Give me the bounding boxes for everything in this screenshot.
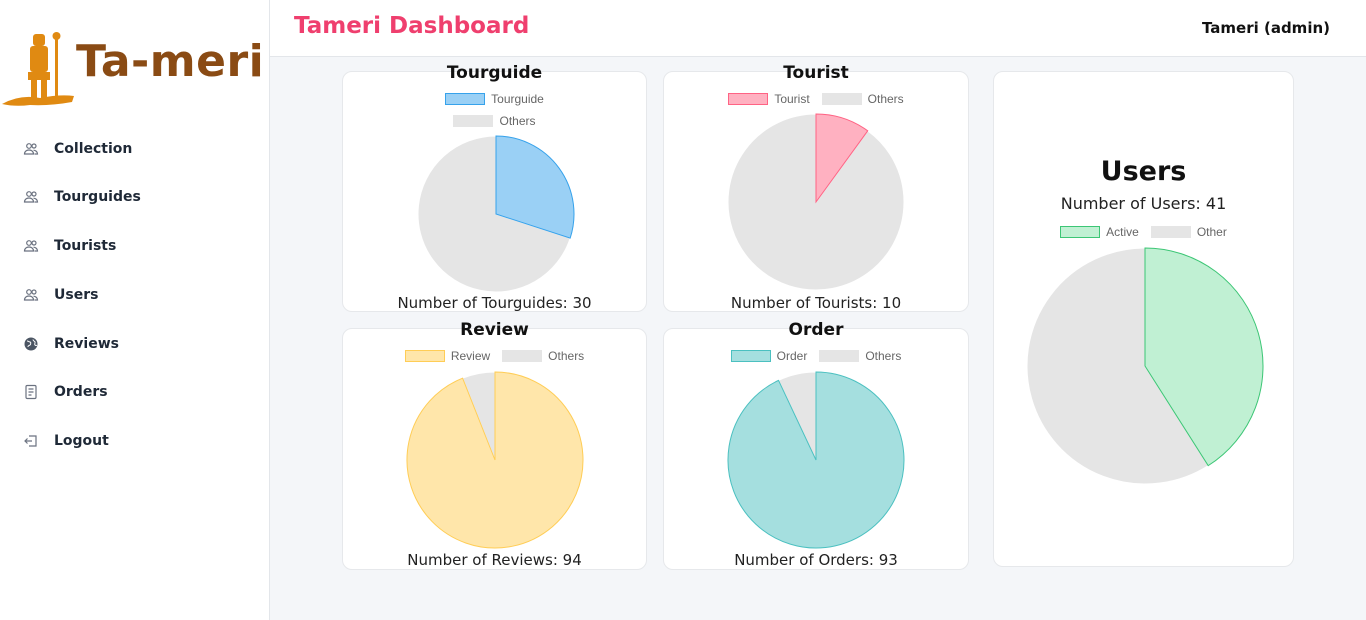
chart-legend: Active Other: [994, 225, 1293, 239]
brand-logo[interactable]: Ta-meri: [0, 24, 270, 110]
pie-slice-order[interactable]: [727, 371, 905, 549]
review-count: Number of Reviews: 94: [407, 551, 582, 569]
document-icon: [22, 383, 40, 401]
sidebar-item-collection[interactable]: Collection: [0, 126, 270, 172]
tourist-count: Number of Tourists: 10: [730, 294, 902, 312]
card-title: Tourguide: [446, 63, 543, 83]
legend-label: Others: [865, 349, 902, 363]
chart-legend: Others: [343, 114, 646, 128]
legend-item[interactable]: Others: [502, 349, 584, 363]
legend-label: Tourguide: [491, 92, 544, 106]
legend-label: Active: [1106, 225, 1139, 239]
legend-swatch: [819, 350, 860, 362]
sidebar: Ta-meri Collection Tourguides Tourists U…: [0, 0, 270, 620]
chart-legend: Tourguide: [343, 92, 646, 106]
order-pie-chart: [727, 371, 905, 549]
tourguide-card: Tourguide Tourguide Others Number of Tou…: [342, 63, 647, 312]
legend-label: Others: [867, 92, 904, 106]
card-title: Users: [1100, 156, 1187, 187]
legend-item[interactable]: Active: [1060, 225, 1139, 239]
sidebar-item-orders[interactable]: Orders: [0, 369, 270, 415]
sidebar-item-tourists[interactable]: Tourists: [0, 223, 270, 269]
review-card: Review Review Others Number of Reviews: …: [342, 320, 647, 570]
user-menu[interactable]: Tameri (admin): [1202, 19, 1330, 37]
legend-label: Others: [548, 349, 585, 363]
top-bar: Tameri Dashboard Tameri (admin): [270, 0, 1366, 57]
tourist-card: Tourist Tourist Others Number of Tourist…: [663, 63, 969, 312]
chart-legend: Order Others: [664, 349, 968, 363]
pharaoh-figure-icon: [2, 32, 74, 106]
logout-icon: [22, 432, 40, 450]
legend-item[interactable]: Other: [1150, 225, 1227, 239]
legend-swatch: [1150, 226, 1191, 238]
users-icon: [22, 286, 40, 304]
sidebar-item-label: Logout: [54, 433, 109, 449]
legend-item[interactable]: Tourist: [728, 92, 810, 106]
legend-label: Other: [1196, 225, 1227, 239]
sidebar-item-label: Orders: [54, 384, 108, 400]
page-title: Tameri Dashboard: [294, 13, 530, 39]
legend-item[interactable]: Order: [730, 349, 808, 363]
legend-item[interactable]: Others: [453, 114, 536, 128]
tourist-pie-chart: [727, 113, 905, 291]
users-icon: [22, 237, 40, 255]
order-count: Number of Orders: 93: [734, 551, 898, 569]
card-title: Tourist: [783, 63, 849, 83]
legend-swatch: [453, 115, 494, 127]
card-title: Review: [460, 320, 529, 340]
sidebar-item-reviews[interactable]: Reviews: [0, 321, 270, 367]
users-icon: [22, 188, 40, 206]
sidebar-item-tourguides[interactable]: Tourguides: [0, 174, 270, 220]
legend-swatch: [730, 350, 771, 362]
sidebar-item-label: Tourguides: [54, 189, 141, 205]
order-card: Order Order Others Number of Orders: 93: [663, 320, 969, 570]
legend-label: Tourist: [774, 92, 810, 106]
legend-item[interactable]: Tourguide: [445, 92, 544, 106]
users-icon: [22, 140, 40, 158]
sidebar-item-label: Reviews: [54, 336, 119, 352]
legend-swatch: [404, 350, 445, 362]
legend-swatch: [502, 350, 543, 362]
users-pie-chart: [1026, 247, 1264, 485]
legend-label: Review: [450, 349, 491, 363]
legend-item[interactable]: Others: [821, 92, 904, 106]
users-card: Users Number of Users: 41 Active Other: [993, 71, 1294, 567]
chart-legend: Tourist Others: [664, 92, 968, 106]
sidebar-item-label: Tourists: [54, 238, 117, 254]
legend-swatch: [821, 93, 862, 105]
card-title: Order: [788, 320, 844, 340]
pie-slice-review[interactable]: [406, 371, 584, 549]
legend-label: Order: [776, 349, 808, 363]
tourguide-count: Number of Tourguides: 30: [397, 294, 592, 312]
globe-icon: [22, 335, 40, 353]
sidebar-item-users[interactable]: Users: [0, 272, 270, 318]
sidebar-item-logout[interactable]: Logout: [0, 418, 270, 464]
users-count: Number of Users: 41: [1060, 194, 1227, 213]
legend-swatch: [728, 93, 769, 105]
legend-item[interactable]: Review: [404, 349, 491, 363]
review-pie-chart: [406, 371, 584, 549]
sidebar-item-label: Collection: [54, 141, 133, 157]
legend-swatch: [445, 93, 486, 105]
legend-label: Others: [499, 114, 536, 128]
sidebar-item-label: Users: [54, 287, 99, 303]
logo-text: Ta-meri: [76, 36, 265, 87]
legend-item[interactable]: Others: [819, 349, 901, 363]
legend-swatch: [1060, 226, 1101, 238]
chart-legend: Review Others: [343, 349, 646, 363]
tourguide-pie-chart: [417, 135, 575, 293]
